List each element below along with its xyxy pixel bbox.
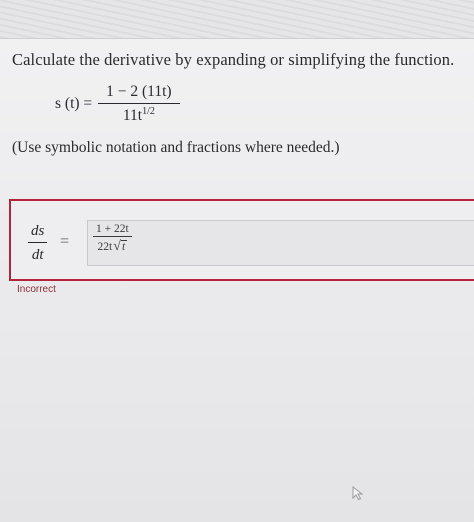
function-denominator-exponent: 1/2 — [142, 105, 155, 117]
header-divider — [0, 38, 474, 39]
answer-expression[interactable]: 1 + 22t 22t √ t — [93, 223, 132, 254]
answer-numerator: 1 + 22t — [93, 223, 132, 237]
square-root: √ t — [113, 239, 128, 254]
answer-denominator: 22t √ t — [97, 237, 128, 254]
function-name: s (t) = — [55, 95, 93, 112]
mouse-cursor-icon — [352, 485, 364, 501]
square-root-argument: t — [120, 240, 128, 253]
answer-input[interactable] — [87, 220, 474, 266]
status-incorrect: Incorrect — [17, 284, 56, 295]
radical-icon: √ — [113, 239, 121, 254]
answer-equals-sign: = — [60, 233, 70, 250]
function-fraction: 1 − 2 (11t) 11t1/2 — [98, 83, 180, 125]
function-denominator-base: 11t — [122, 107, 143, 125]
function-numerator: 1 − 2 (11t) — [98, 83, 180, 104]
header-strip — [0, 0, 474, 38]
question-prompt: Calculate the derivative by expanding or… — [12, 50, 455, 69]
derivative-label: ds dt — [28, 223, 48, 264]
derivative-numerator: ds — [28, 223, 48, 243]
function-denominator: 11t1/2 — [123, 104, 155, 125]
notation-note: (Use symbolic notation and fractions whe… — [12, 139, 340, 156]
function-definition: s (t) = 1 − 2 (11t) 11t1/2 — [55, 82, 180, 126]
derivative-denominator: dt — [31, 247, 44, 263]
question-page: Calculate the derivative by expanding or… — [0, 0, 474, 522]
answer-denominator-prefix: 22t — [97, 241, 113, 253]
